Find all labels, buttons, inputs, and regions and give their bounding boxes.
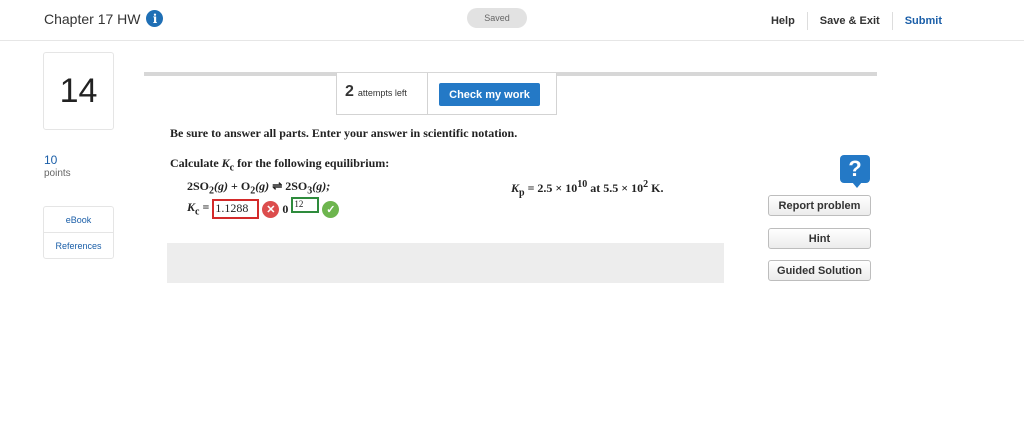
points-value: 10	[44, 153, 58, 167]
eq-term: + O	[228, 179, 251, 193]
assignment-title-group: Chapter 17 HW i	[44, 10, 164, 27]
equilibrium-arrow: ⇌	[269, 179, 286, 193]
kc-answer-row: Kc = 1.1288 ✕ 0 12 ✓	[187, 197, 340, 219]
feedback-area	[167, 243, 724, 283]
mantissa-input[interactable]: 1.1288	[212, 199, 260, 219]
kc-symbol: K	[187, 200, 196, 215]
header-actions: Help Save & Exit Submit	[759, 12, 954, 30]
hint-button[interactable]: Hint	[768, 228, 871, 249]
kc-equals: =	[199, 200, 210, 215]
attempts-left: 2 attempts left	[345, 83, 407, 101]
submit-link[interactable]: Submit	[893, 15, 954, 27]
question-prompt: Calculate Kc for the following equilibri…	[170, 156, 389, 173]
prompt-prefix: Calculate	[170, 156, 222, 170]
kp-exponent: 10	[577, 179, 588, 190]
attempts-label: attempts left	[357, 88, 407, 98]
eq-term: 2SO	[187, 179, 210, 193]
report-problem-button[interactable]: Report problem	[768, 195, 871, 216]
eq-term: 2SO	[285, 179, 308, 193]
assignment-title: Chapter 17 HW	[44, 10, 141, 27]
eq-state: (g)	[255, 179, 270, 193]
exponent-input[interactable]: 12	[291, 197, 320, 213]
eq-state: (g);	[312, 179, 331, 193]
prompt-k: K	[221, 156, 230, 170]
incorrect-icon: ✕	[262, 200, 280, 218]
check-my-work-button[interactable]: Check my work	[439, 83, 540, 106]
info-icon[interactable]: i	[146, 10, 164, 27]
eq-state: (g)	[214, 179, 229, 193]
equilibrium-equation: 2SO2(g) + O2(g) ⇌ 2SO3(g);	[187, 179, 330, 196]
correct-icon: ✓	[322, 200, 340, 218]
question-number: 14	[43, 52, 114, 130]
top-bar: Chapter 17 HW i Saved Help Save & Exit S…	[0, 0, 1024, 41]
attempts-panel: 2 attempts left Check my work	[336, 73, 557, 115]
times-ten-label: 0	[282, 201, 289, 216]
kp-value: = 2.5 × 10	[524, 181, 578, 195]
kp-unit: K.	[648, 181, 664, 195]
prompt-suffix: for the following equilibrium:	[234, 156, 390, 170]
ebook-link[interactable]: eBook	[44, 207, 113, 232]
divider	[427, 73, 428, 114]
kc-label: Kc =	[187, 200, 209, 217]
points-label: points	[44, 168, 71, 179]
help-question-icon[interactable]: ?	[840, 155, 870, 188]
attempts-count: 2	[345, 83, 354, 100]
references-link[interactable]: References	[44, 232, 113, 258]
resources-box: eBook References	[43, 206, 114, 259]
guided-solution-button[interactable]: Guided Solution	[768, 260, 871, 281]
save-exit-link[interactable]: Save & Exit	[808, 15, 892, 27]
help-link[interactable]: Help	[759, 15, 807, 27]
kp-temperature: at 5.5 × 10	[587, 181, 644, 195]
saved-status-badge: Saved	[467, 8, 527, 28]
instruction-text: Be sure to answer all parts. Enter your …	[170, 126, 518, 140]
kp-symbol: K	[511, 181, 520, 195]
kp-condition: Kp = 2.5 × 1010 at 5.5 × 102 K.	[511, 179, 663, 198]
